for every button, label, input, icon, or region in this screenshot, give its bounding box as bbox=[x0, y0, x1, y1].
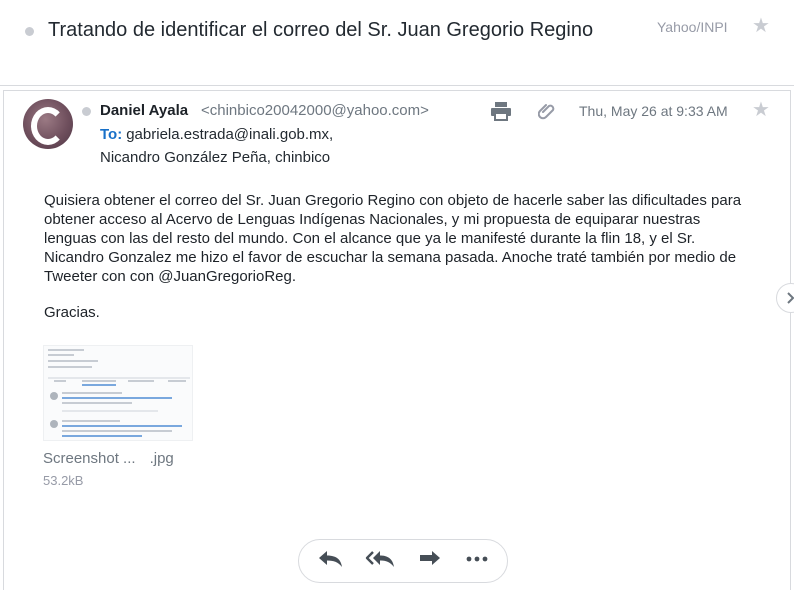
thumb-line bbox=[168, 380, 186, 382]
thread-header: Tratando de identificar el correo del Sr… bbox=[0, 0, 794, 86]
avatar-logo-icon bbox=[31, 107, 65, 145]
avatar[interactable] bbox=[23, 99, 73, 149]
printer-icon[interactable] bbox=[490, 101, 512, 121]
attachment-size: 53.2kB bbox=[43, 473, 84, 488]
thread-subject: Tratando de identificar el correo del Sr… bbox=[48, 19, 594, 41]
thumb-line bbox=[62, 425, 182, 427]
sender-name[interactable]: Daniel Ayala bbox=[100, 102, 188, 119]
thumb-tab-underline bbox=[82, 384, 116, 386]
chevron-right-icon bbox=[787, 292, 794, 304]
message-body: Quisiera obtener el correo del Sr. Juan … bbox=[44, 192, 742, 285]
paperclip-icon[interactable] bbox=[537, 101, 556, 121]
attachment-thumbnail[interactable] bbox=[43, 345, 193, 441]
attachment-extension: .jpg bbox=[149, 450, 174, 467]
reply-all-icon[interactable] bbox=[365, 549, 397, 569]
unread-dot[interactable] bbox=[25, 27, 34, 36]
thumb-line bbox=[62, 420, 120, 422]
thumb-avatar bbox=[50, 392, 58, 400]
folder-label[interactable]: Yahoo/INPI bbox=[657, 19, 728, 35]
thumb-line bbox=[62, 430, 172, 432]
attachment-name[interactable]: Screenshot ... .jpg bbox=[43, 450, 174, 467]
forward-icon[interactable] bbox=[417, 549, 445, 569]
thumb-line bbox=[62, 402, 132, 404]
recipients-line: To: gabriela.estrada@inali.gob.mx, bbox=[100, 126, 333, 143]
message-star-icon[interactable]: ★ bbox=[752, 100, 770, 120]
thumb-line bbox=[128, 380, 154, 382]
message-unread-dot[interactable] bbox=[82, 107, 91, 116]
to-label: To: bbox=[100, 126, 123, 143]
thumb-line bbox=[62, 397, 172, 399]
thumb-avatar bbox=[50, 420, 58, 428]
attachment-name-text: Screenshot ... bbox=[43, 450, 136, 467]
message-closing: Gracias. bbox=[44, 304, 100, 321]
message-date: Thu, May 26 at 9:33 AM bbox=[579, 103, 728, 119]
thumb-line bbox=[48, 349, 84, 351]
star-icon[interactable]: ★ bbox=[752, 16, 770, 36]
thumb-line bbox=[48, 360, 98, 362]
recipient-first[interactable]: gabriela.estrada@inali.gob.mx, bbox=[126, 126, 333, 143]
thumb-line bbox=[82, 380, 116, 382]
recipients-rest[interactable]: Nicandro González Peña, chinbico bbox=[100, 149, 330, 166]
thumb-line bbox=[62, 435, 142, 437]
thumb-line bbox=[48, 366, 92, 368]
thumb-line bbox=[48, 354, 74, 356]
more-icon[interactable] bbox=[464, 549, 492, 569]
thumb-line bbox=[48, 377, 190, 379]
message-actions-toolbar bbox=[298, 539, 508, 583]
next-message-button[interactable] bbox=[776, 283, 794, 313]
sender-email[interactable]: <chinbico20042000@yahoo.com> bbox=[201, 102, 429, 119]
thumb-line bbox=[62, 392, 122, 394]
thumb-line bbox=[54, 380, 66, 382]
reply-icon[interactable] bbox=[317, 549, 345, 569]
thumb-line bbox=[62, 410, 158, 412]
